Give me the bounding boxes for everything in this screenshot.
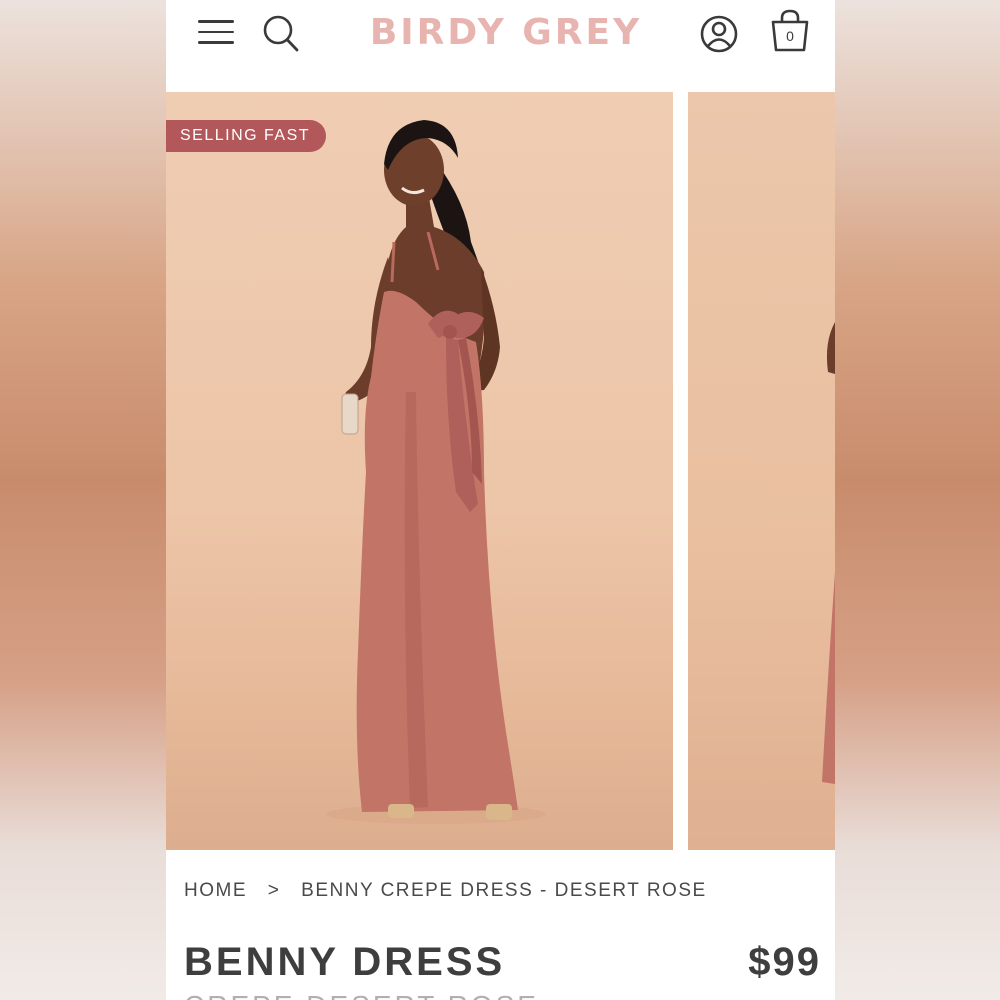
next-image-preview [822, 322, 835, 784]
blurred-background-right [835, 0, 1000, 1000]
product-title: BENNY DRESS [184, 940, 506, 984]
breadcrumb-current: BENNY CREPE DRESS - DESERT ROSE [301, 880, 707, 901]
shopping-bag-icon[interactable]: 0 [769, 8, 811, 54]
product-image-next[interactable] [688, 92, 835, 850]
product-subtitle: CREPE DESERT ROSE [184, 990, 539, 1000]
phone-screen: BIRDY GREY 0 SELLING FAST HOME > BENNY C… [166, 0, 835, 1000]
breadcrumb-separator: > [267, 880, 281, 901]
menu-icon[interactable] [198, 20, 234, 48]
site-header: BIRDY GREY 0 [166, 0, 835, 90]
product-image-gallery[interactable]: SELLING FAST [166, 92, 835, 850]
blurred-background-left [0, 0, 166, 1000]
search-icon[interactable] [262, 14, 300, 54]
account-icon[interactable] [699, 13, 739, 55]
breadcrumb: HOME > BENNY CREPE DRESS - DESERT ROSE [184, 880, 707, 902]
model-wearing-dress-image [326, 120, 546, 824]
selling-fast-badge: SELLING FAST [166, 120, 327, 152]
cart-count: 0 [786, 28, 794, 44]
product-price: $99 [748, 940, 821, 984]
product-image-main[interactable]: SELLING FAST [166, 92, 673, 850]
breadcrumb-home-link[interactable]: HOME [184, 880, 247, 901]
brand-logo[interactable]: BIRDY GREY [366, 12, 646, 53]
